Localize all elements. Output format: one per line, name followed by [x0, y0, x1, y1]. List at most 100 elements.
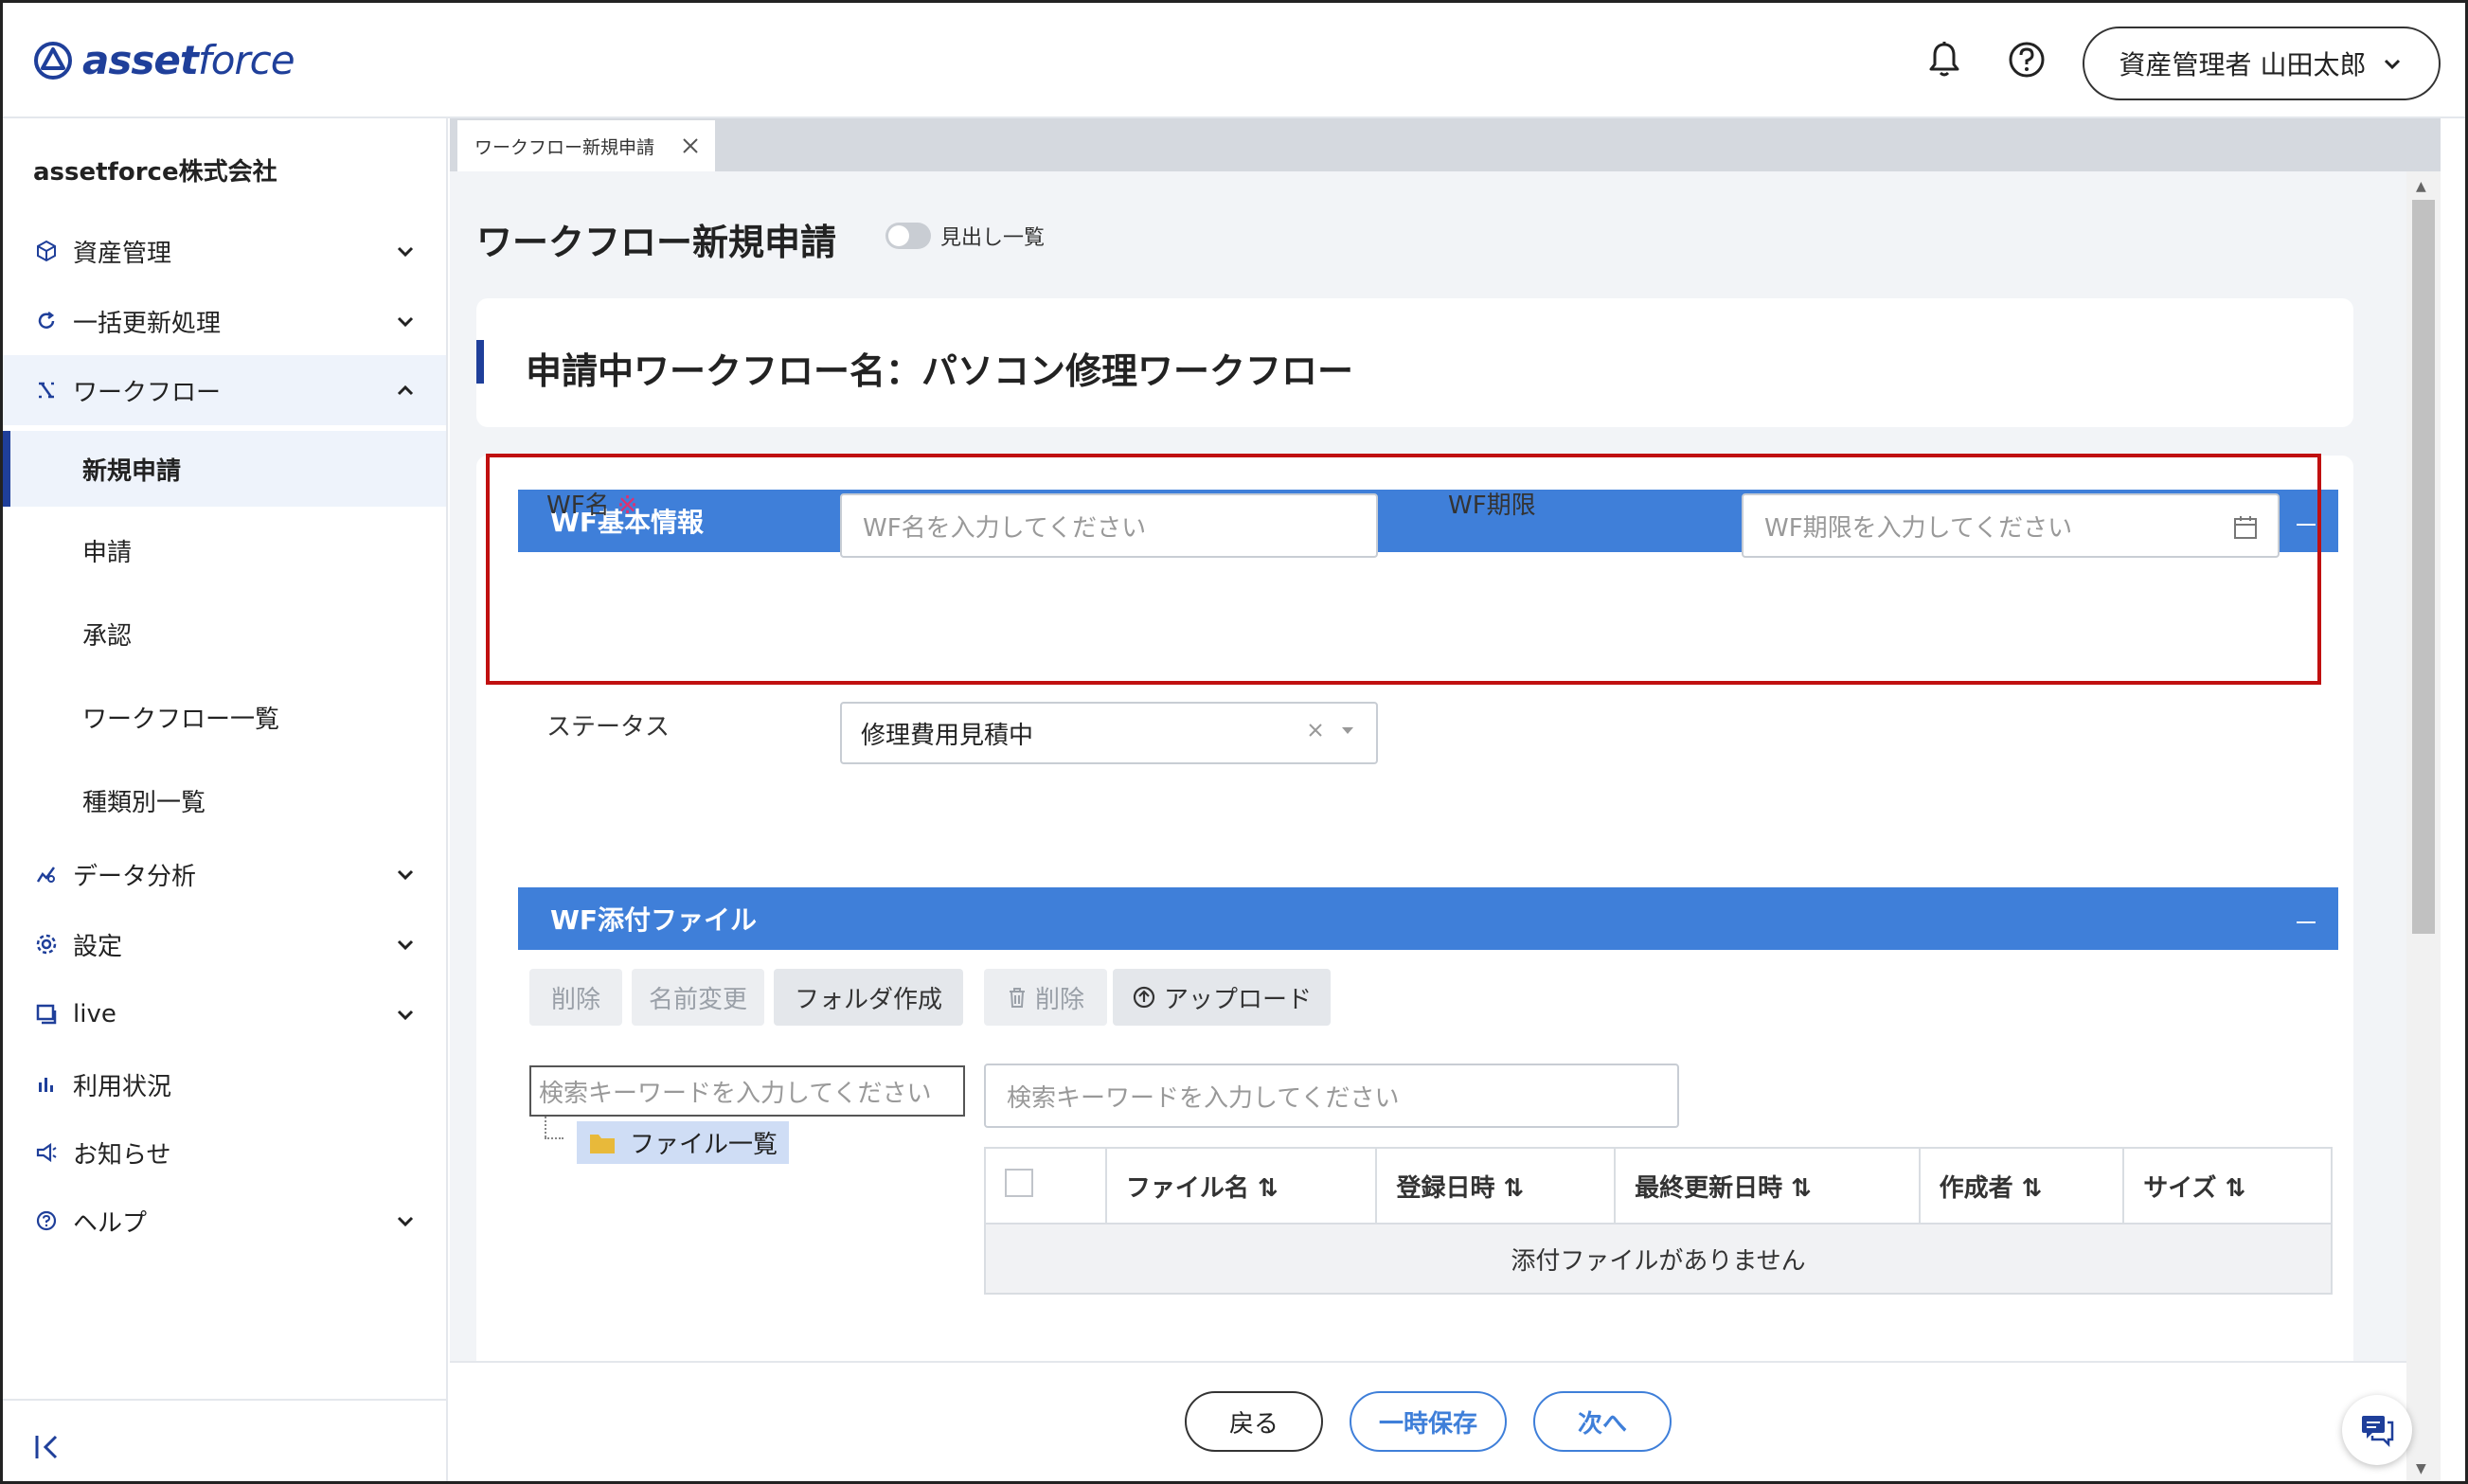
- folder-search-input[interactable]: 検索キーワードを入力してください: [529, 1065, 965, 1117]
- chevron-up-icon: [397, 384, 414, 396]
- collapse-section-icon[interactable]: [2297, 921, 2316, 923]
- tab-bar: ワークフロー新規申請: [450, 118, 2441, 171]
- collapse-sidebar-icon[interactable]: [31, 1430, 65, 1464]
- sidebar-item-settings[interactable]: 設定: [3, 916, 446, 973]
- calendar-icon[interactable]: [2232, 514, 2259, 541]
- heading-list-toggle[interactable]: 見出し一覧: [885, 221, 1045, 251]
- create-folder-button[interactable]: フォルダ作成: [774, 969, 963, 1026]
- sidebar-item-notices[interactable]: お知らせ: [3, 1124, 446, 1181]
- delete-folder-button[interactable]: 削除: [529, 969, 622, 1026]
- highlight-frame: [486, 454, 2321, 685]
- sort-icon[interactable]: ⇅: [2226, 1174, 2246, 1203]
- tree-connector: [545, 1117, 546, 1137]
- sidebar-item-live[interactable]: live: [3, 986, 446, 1043]
- sidebar-item-label: 利用状況: [73, 1072, 172, 1101]
- action-footer: 戻る 一時保存 次へ: [450, 1361, 2406, 1481]
- attachments-section-header[interactable]: WF添付ファイル: [518, 887, 2338, 950]
- column-header-filename[interactable]: ファイル名 ⇅: [1104, 1147, 1378, 1225]
- column-header-size[interactable]: サイズ ⇅: [2122, 1147, 2333, 1225]
- wf-name-label: WF名 ※: [546, 492, 638, 520]
- workflow-icon: [33, 377, 60, 403]
- toggle-label: 見出し一覧: [940, 226, 1046, 250]
- refresh-icon: [33, 308, 60, 334]
- chevron-down-icon: [397, 939, 414, 951]
- chevron-down-icon: [397, 1010, 414, 1021]
- vertical-scrollbar[interactable]: ▲ ▼: [2406, 171, 2441, 1481]
- table-header-row: ファイル名 ⇅ 登録日時 ⇅ 最終更新日時 ⇅ 作成者 ⇅ サイズ ⇅: [984, 1147, 2333, 1225]
- user-menu-button[interactable]: 資産管理者 山田太郎: [2083, 27, 2441, 100]
- tab-workflow-new-request[interactable]: ワークフロー新規申請: [457, 120, 715, 171]
- sort-icon[interactable]: ⇅: [1791, 1174, 1812, 1203]
- sidebar-item-label: ヘルプ: [73, 1208, 148, 1238]
- sidebar-subitem-new-request[interactable]: 新規申請: [3, 431, 446, 507]
- scroll-up-icon[interactable]: ▲: [2416, 179, 2426, 194]
- wf-deadline-label: WF期限: [1448, 492, 1536, 520]
- sort-icon[interactable]: ⇅: [1504, 1174, 1525, 1203]
- button-label: アップロード: [1163, 985, 1312, 1014]
- files-table: ファイル名 ⇅ 登録日時 ⇅ 最終更新日時 ⇅ 作成者 ⇅ サイズ ⇅ 添付ファ…: [984, 1147, 2333, 1295]
- logo[interactable]: assetforce: [33, 37, 295, 83]
- scroll-down-icon[interactable]: ▼: [2416, 1461, 2426, 1476]
- logo-icon: [34, 41, 72, 80]
- sidebar-item-data-analysis[interactable]: データ分析: [3, 846, 446, 903]
- file-search-input[interactable]: 検索キーワードを入力してください: [984, 1064, 1679, 1128]
- sort-icon[interactable]: ⇅: [2022, 1174, 2043, 1203]
- bar-chart-icon: [33, 1071, 60, 1098]
- user-name: 資産管理者 山田太郎: [2119, 49, 2367, 80]
- sidebar-item-workflow[interactable]: ワークフロー: [3, 355, 446, 425]
- status-value: 修理費用見積中: [861, 721, 1034, 750]
- next-button[interactable]: 次へ: [1533, 1391, 1672, 1452]
- sort-icon[interactable]: ⇅: [1258, 1174, 1279, 1203]
- sidebar-subitem-approval[interactable]: 承認: [3, 596, 446, 671]
- temporary-save-button[interactable]: 一時保存: [1350, 1391, 1507, 1452]
- sidebar-item-label: 設定: [73, 932, 123, 961]
- sidebar-item-label: データ分析: [73, 862, 197, 891]
- help-circle-icon[interactable]: [2006, 39, 2048, 80]
- tree-connector: [545, 1137, 563, 1139]
- sidebar-item-usage[interactable]: 利用状況: [3, 1056, 446, 1113]
- chevron-down-icon: [397, 316, 414, 328]
- accent-bar: [476, 340, 484, 384]
- toggle-switch[interactable]: [885, 223, 931, 249]
- required-mark: ※: [617, 492, 638, 520]
- delete-file-button[interactable]: 削除: [984, 969, 1107, 1026]
- sidebar-subitem-workflow-list[interactable]: ワークフロー一覧: [3, 679, 446, 755]
- sidebar-subitem-by-type-list[interactable]: 種類別一覧: [3, 762, 446, 838]
- caret-down-icon[interactable]: [1338, 721, 1357, 740]
- sidebar-item-asset-management[interactable]: 資産管理: [3, 223, 446, 279]
- sidebar-item-label: 資産管理: [73, 239, 172, 268]
- bell-icon[interactable]: [1923, 39, 1965, 80]
- rename-button[interactable]: 名前変更: [632, 969, 764, 1026]
- help-icon: [33, 1207, 60, 1234]
- tree-root-folder[interactable]: ファイル一覧: [577, 1121, 790, 1164]
- company-name: assetforce株式会社: [33, 158, 277, 187]
- clear-icon[interactable]: [1306, 721, 1325, 740]
- status-select[interactable]: 修理費用見積中: [840, 702, 1378, 764]
- sidebar-subitem-request[interactable]: 申請: [3, 512, 446, 588]
- column-header-registered[interactable]: 登録日時 ⇅: [1375, 1147, 1617, 1225]
- wf-deadline-input[interactable]: WF期限を入力してください: [1742, 493, 2280, 558]
- close-icon[interactable]: [679, 134, 702, 157]
- select-all-checkbox[interactable]: [1005, 1168, 1033, 1197]
- sidebar-item-label: live: [73, 1000, 116, 1028]
- chat-button[interactable]: [2342, 1395, 2412, 1465]
- status-label: ステータス: [546, 713, 671, 742]
- column-header-author[interactable]: 作成者 ⇅: [1918, 1147, 2125, 1225]
- tab-label: ワークフロー新規申請: [474, 136, 655, 158]
- chat-icon: [2362, 1416, 2394, 1447]
- page-title: ワークフロー新規申請: [476, 222, 837, 263]
- gear-icon: [33, 931, 60, 957]
- sidebar-item-label: お知らせ: [73, 1140, 171, 1170]
- upload-button[interactable]: アップロード: [1113, 969, 1331, 1026]
- sidebar-item-bulk-update[interactable]: 一括更新処理: [3, 293, 446, 349]
- scrollbar-thumb[interactable]: [2412, 200, 2435, 934]
- chevron-down-icon: [397, 869, 414, 881]
- sidebar-item-help[interactable]: ヘルプ: [3, 1192, 446, 1249]
- live-icon: [33, 1001, 60, 1028]
- trash-icon: [1009, 988, 1025, 1008]
- empty-message: 添付ファイルがありません: [984, 1223, 2333, 1295]
- column-header-updated[interactable]: 最終更新日時 ⇅: [1614, 1147, 1921, 1225]
- select-all-cell: [984, 1147, 1107, 1225]
- wf-name-input[interactable]: WF名を入力してください: [840, 493, 1378, 558]
- back-button[interactable]: 戻る: [1185, 1391, 1323, 1452]
